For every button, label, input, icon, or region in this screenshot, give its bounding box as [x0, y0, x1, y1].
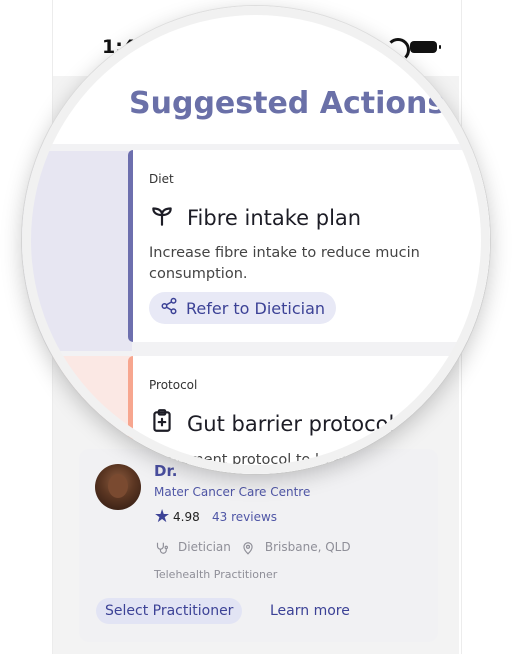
clipboard-plus-icon — [149, 408, 175, 439]
battery-icon — [410, 41, 441, 53]
practitioner-meta: Dietician Brisbane, QLD — [154, 540, 351, 555]
action-title: Fibre intake plan — [187, 205, 362, 230]
action-heading: Fibre intake plan — [149, 202, 361, 233]
action-description: Increase fibre intake to reduce mucin co… — [149, 245, 420, 282]
action-card-diet[interactable]: Diet Fibre intake plan Increase fibre in… — [128, 150, 490, 342]
star-icon: ★ — [154, 506, 171, 527]
select-practitioner-button[interactable]: Select Practitioner — [96, 598, 243, 624]
action-description: Implement protocol to heal and — [149, 452, 378, 468]
learn-more-link[interactable]: Learn more — [270, 598, 350, 624]
rating-value: 4.98 — [173, 510, 200, 524]
action-category: Protocol — [149, 378, 198, 392]
refer-to-dietician-button[interactable]: Refer to Dietician — [149, 292, 337, 324]
magnifier-lens: Suggested Actions Diet Fibre intake plan… — [22, 6, 490, 474]
reviews-link[interactable]: 43 reviews — [212, 510, 277, 524]
sprout-icon — [149, 202, 175, 233]
previous-card-edge-peach — [22, 356, 132, 474]
practitioner-organisation: Mater Cancer Care Centre — [154, 485, 311, 499]
practitioner-role: Dietician — [178, 540, 231, 555]
share-icon — [160, 297, 178, 319]
location-pin-icon — [241, 540, 255, 555]
action-title: Gut barrier protocol — [187, 411, 395, 436]
action-category: Diet — [149, 172, 174, 186]
stethoscope-icon — [154, 540, 168, 555]
previous-card-edge — [22, 151, 132, 351]
practitioner-location: Brisbane, QLD — [264, 540, 351, 555]
telehealth-tag: Telehealth Practitioner — [154, 568, 278, 581]
action-heading: Gut barrier protocol — [149, 408, 394, 439]
page-title: Suggested Actions — [129, 86, 446, 121]
refer-label: Refer to Dietician — [186, 298, 326, 318]
action-card-protocol[interactable]: Protocol Gut barrier protocol Implement … — [128, 356, 490, 474]
